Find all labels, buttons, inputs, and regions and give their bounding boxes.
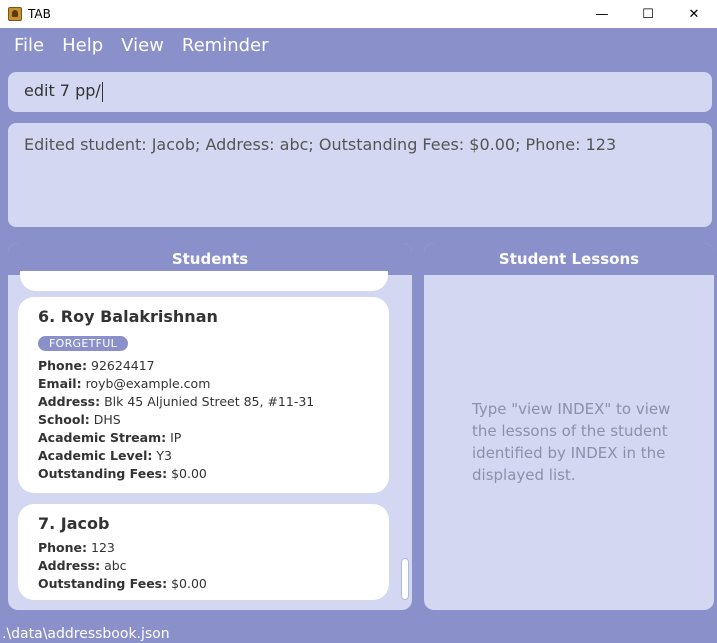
student-email: Email: royb@example.com bbox=[38, 376, 211, 391]
save-location: .\data\addressbook.json bbox=[2, 626, 170, 642]
student-name: 7. Jacob bbox=[38, 514, 110, 533]
minimize-button[interactable]: — bbox=[579, 0, 625, 28]
student-phone: Phone: 123 bbox=[38, 540, 115, 555]
lessons-panel: Student Lessons Type "view INDEX" to vie… bbox=[424, 243, 714, 610]
result-display: Edited student: Jacob; Address: abc; Out… bbox=[8, 123, 712, 227]
menu-help[interactable]: Help bbox=[62, 35, 103, 56]
students-scrollbar[interactable] bbox=[401, 558, 409, 600]
app-icon bbox=[8, 7, 22, 21]
student-phone: Phone: 92624417 bbox=[38, 358, 155, 373]
lessons-empty-message: Type "view INDEX" to view the lessons of… bbox=[472, 400, 671, 484]
close-button[interactable]: ✕ bbox=[671, 0, 717, 28]
student-address: Address: abc bbox=[38, 558, 127, 573]
students-panel: Students 6. Roy Balakrishnan FORGETFUL P… bbox=[8, 243, 412, 610]
command-text: edit 7 pp/ bbox=[24, 81, 101, 100]
student-outstanding-fees: Outstanding Fees: $0.00 bbox=[38, 466, 207, 481]
title-bar: TAB — ☐ ✕ bbox=[0, 0, 717, 28]
window-title: TAB bbox=[28, 7, 51, 21]
text-caret bbox=[101, 81, 103, 102]
menu-view[interactable]: View bbox=[121, 35, 164, 56]
student-academic-stream: Academic Stream: IP bbox=[38, 430, 182, 445]
student-school: School: DHS bbox=[38, 412, 121, 427]
student-outstanding-fees: Outstanding Fees: $0.00 bbox=[38, 576, 207, 591]
student-card[interactable]: 6. Roy Balakrishnan FORGETFUL Phone: 926… bbox=[18, 297, 389, 493]
student-address: Address: Blk 45 Aljunied Street 85, #11-… bbox=[38, 394, 315, 409]
main-area: edit 7 pp/ Edited student: Jacob; Addres… bbox=[0, 62, 717, 620]
student-card[interactable]: 7. Jacob Phone: 123 Address: abc Outstan… bbox=[18, 504, 389, 600]
menu-bar: File Help View Reminder bbox=[0, 28, 717, 62]
window-controls: — ☐ ✕ bbox=[579, 0, 717, 28]
command-input[interactable]: edit 7 pp/ bbox=[8, 72, 712, 112]
menu-file[interactable]: File bbox=[14, 35, 44, 56]
student-academic-level: Academic Level: Y3 bbox=[38, 448, 172, 463]
menu-reminder[interactable]: Reminder bbox=[182, 35, 269, 56]
result-text: Edited student: Jacob; Address: abc; Out… bbox=[24, 135, 617, 154]
student-tag: FORGETFUL bbox=[38, 336, 129, 351]
lessons-panel-title: Student Lessons bbox=[424, 243, 714, 275]
student-name: 6. Roy Balakrishnan bbox=[38, 307, 218, 326]
previous-student-card[interactable] bbox=[20, 271, 388, 291]
maximize-button[interactable]: ☐ bbox=[625, 0, 671, 28]
status-bar: .\data\addressbook.json bbox=[0, 620, 717, 643]
